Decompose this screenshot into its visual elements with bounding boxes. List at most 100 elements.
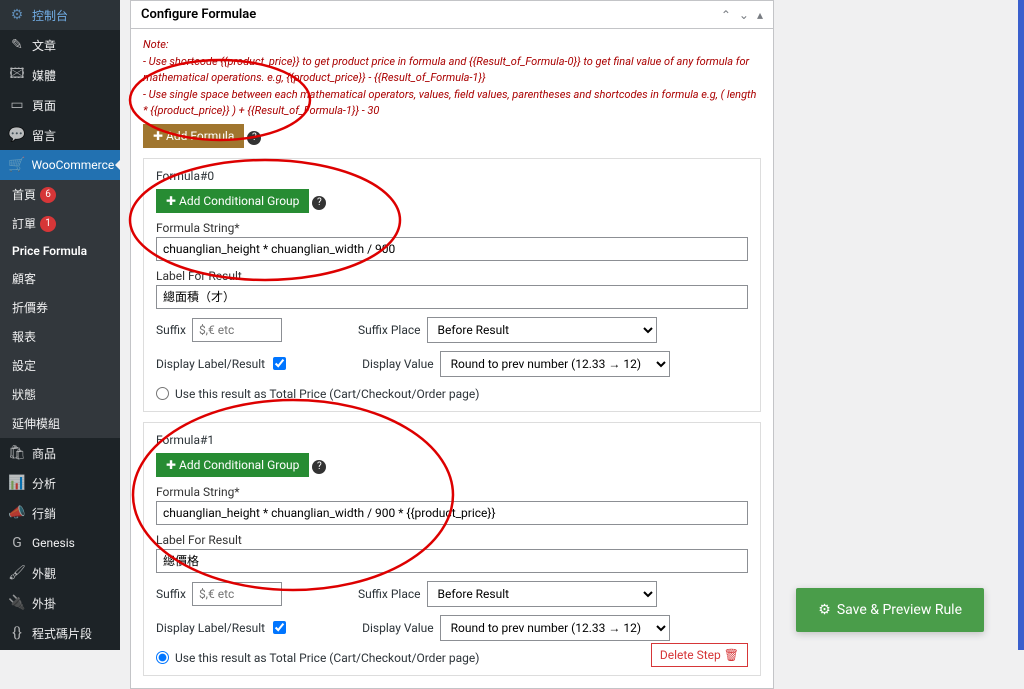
sidebar-sub-0[interactable]: 首頁6 <box>0 180 120 209</box>
move-down-icon[interactable]: ⌄ <box>739 8 749 22</box>
note-line-1: - Use shortcode {{product_price}} to get… <box>143 54 761 87</box>
sidebar-item-1[interactable]: ✎ 文章 <box>0 30 120 60</box>
formula-string-input[interactable] <box>156 501 748 525</box>
display-label-result-checkbox[interactable] <box>273 621 286 634</box>
label-for-result-label: Label For Result <box>156 269 748 283</box>
collapse-icon[interactable]: ▴ <box>757 8 763 22</box>
display-value-label: Display Value <box>362 621 434 635</box>
sidebar-item-0[interactable]: ⚙ 控制台 <box>0 0 120 30</box>
menu-icon: 🖌 <box>8 564 26 582</box>
sidebar-item-11[interactable]: 🔌外掛 <box>0 588 120 618</box>
display-label-result-label: Display Label/Result <box>156 621 265 635</box>
display-label-result-label: Display Label/Result <box>156 357 265 371</box>
display-value-select[interactable]: Round to prev number (12.33 → 12) <box>440 615 670 641</box>
total-price-label: Use this result as Total Price (Cart/Che… <box>175 651 479 665</box>
suffix-place-select[interactable]: Before Result <box>427 317 657 343</box>
suffix-input[interactable] <box>192 318 282 342</box>
sidebar-sub-label: 延伸模組 <box>12 415 60 432</box>
sidebar-sub-6[interactable]: 設定 <box>0 351 120 380</box>
sidebar-item-7[interactable]: 📊 分析 <box>0 468 120 498</box>
sidebar-item-label: 商品 <box>32 445 56 462</box>
display-value-label: Display Value <box>362 357 434 371</box>
sidebar-item-label: 文章 <box>32 37 56 54</box>
menu-icon: ▭ <box>8 96 26 114</box>
formula-string-label: Formula String* <box>156 485 748 499</box>
sidebar-item-label: 程式碼片段 <box>32 625 92 642</box>
sidebar-item-label: WooCommerce <box>31 158 114 172</box>
sidebar-item-label: 分析 <box>32 475 56 492</box>
sidebar-sub-2[interactable]: Price Formula <box>0 238 120 264</box>
sidebar-item-3[interactable]: ▭ 頁面 <box>0 90 120 120</box>
suffix-place-label: Suffix Place <box>358 587 421 601</box>
display-value-select[interactable]: Round to prev number (12.33 → 12) <box>440 351 670 377</box>
sidebar-item-label: 留言 <box>32 127 56 144</box>
sidebar-item-5[interactable]: 🛒 WooCommerce <box>0 150 120 180</box>
menu-icon: 📊 <box>8 474 26 492</box>
menu-icon: 🛍 <box>8 444 26 462</box>
total-price-radio[interactable] <box>156 387 169 400</box>
label-for-result-label: Label For Result <box>156 533 748 547</box>
formula-title: Formula#1 <box>156 433 748 447</box>
formula-title: Formula#0 <box>156 169 748 183</box>
sidebar-sub-3[interactable]: 顧客 <box>0 264 120 293</box>
note-block: Note: - Use shortcode {{product_price}} … <box>143 37 761 120</box>
menu-icon: G <box>8 534 26 552</box>
sidebar-sub-label: 訂單 <box>12 215 36 232</box>
display-label-result-checkbox[interactable] <box>273 357 286 370</box>
sidebar-item-12[interactable]: {}程式碼片段 <box>0 618 120 648</box>
sidebar-item-4[interactable]: 💬 留言 <box>0 120 120 150</box>
menu-icon: 🖾 <box>8 66 26 84</box>
metabox-title: Configure Formulae <box>141 7 256 22</box>
menu-icon: 🛒 <box>8 156 25 174</box>
add-conditional-group-button[interactable]: ✚ Add Conditional Group <box>156 189 309 213</box>
menu-icon: 💬 <box>8 126 26 144</box>
help-icon[interactable]: ? <box>312 460 326 474</box>
sidebar-sub-label: 設定 <box>12 357 36 374</box>
total-price-label: Use this result as Total Price (Cart/Che… <box>175 387 479 401</box>
move-up-icon[interactable]: ⌃ <box>721 8 731 22</box>
sidebar-sub-label: 折價券 <box>12 299 48 316</box>
sidebar-item-label: 控制台 <box>32 7 68 24</box>
sidebar-sub-label: 狀態 <box>12 386 36 403</box>
label-for-result-input[interactable] <box>156 549 748 573</box>
sidebar-sub-label: 報表 <box>12 328 36 345</box>
help-icon[interactable]: ? <box>247 131 261 145</box>
sidebar-item-label: 頁面 <box>32 97 56 114</box>
sidebar-item-6[interactable]: 🛍 商品 <box>0 438 120 468</box>
admin-sidebar: ⚙ 控制台 ✎ 文章 🖾媒體 ▭ 頁面 💬 留言 🛒 WooCommerce 首頁6訂單1 Price … <box>0 0 120 650</box>
menu-icon: ⚙ <box>8 6 26 24</box>
save-preview-rule-button[interactable]: ⚙Save & Preview Rule <box>796 588 984 632</box>
add-conditional-group-button[interactable]: ✚ Add Conditional Group <box>156 453 309 477</box>
suffix-input[interactable] <box>192 582 282 606</box>
sidebar-sub-5[interactable]: 報表 <box>0 322 120 351</box>
label-for-result-input[interactable] <box>156 285 748 309</box>
menu-icon: ✎ <box>8 36 26 54</box>
sidebar-item-2[interactable]: 🖾媒體 <box>0 60 120 90</box>
formula-string-label: Formula String* <box>156 221 748 235</box>
note-head: Note: <box>143 37 761 54</box>
sidebar-item-label: Genesis <box>32 536 75 550</box>
add-formula-button[interactable]: ✚ Add Formula <box>143 124 244 148</box>
sidebar-sub-1[interactable]: 訂單1 <box>0 209 120 238</box>
right-edge-bar <box>1018 0 1024 650</box>
configure-formulae-metabox: Configure Formulae ⌃ ⌄ ▴ Note: - Use sho… <box>130 0 774 689</box>
count-badge: 6 <box>40 187 56 203</box>
sidebar-item-8[interactable]: 📣行銷 <box>0 498 120 528</box>
sidebar-sub-7[interactable]: 狀態 <box>0 380 120 409</box>
total-price-radio[interactable] <box>156 651 169 664</box>
formula-block-0: Formula#0 ✚ Add Conditional Group? Formula… <box>143 158 761 412</box>
sidebar-item-label: 行銷 <box>32 505 56 522</box>
formula-string-input[interactable] <box>156 237 748 261</box>
delete-step-button[interactable]: Delete Step 🗑 <box>651 643 748 667</box>
suffix-label: Suffix <box>156 587 186 601</box>
suffix-place-select[interactable]: Before Result <box>427 581 657 607</box>
sidebar-sub-label: Price Formula <box>12 244 87 258</box>
sidebar-sub-8[interactable]: 延伸模組 <box>0 409 120 438</box>
sidebar-item-9[interactable]: G Genesis <box>0 528 120 558</box>
menu-icon: 🔌 <box>8 594 26 612</box>
sidebar-sub-4[interactable]: 折價券 <box>0 293 120 322</box>
plus-icon: ✚ <box>153 129 166 143</box>
plus-icon: ✚ <box>166 458 179 472</box>
help-icon[interactable]: ? <box>312 196 326 210</box>
sidebar-item-10[interactable]: 🖌外觀 <box>0 558 120 588</box>
